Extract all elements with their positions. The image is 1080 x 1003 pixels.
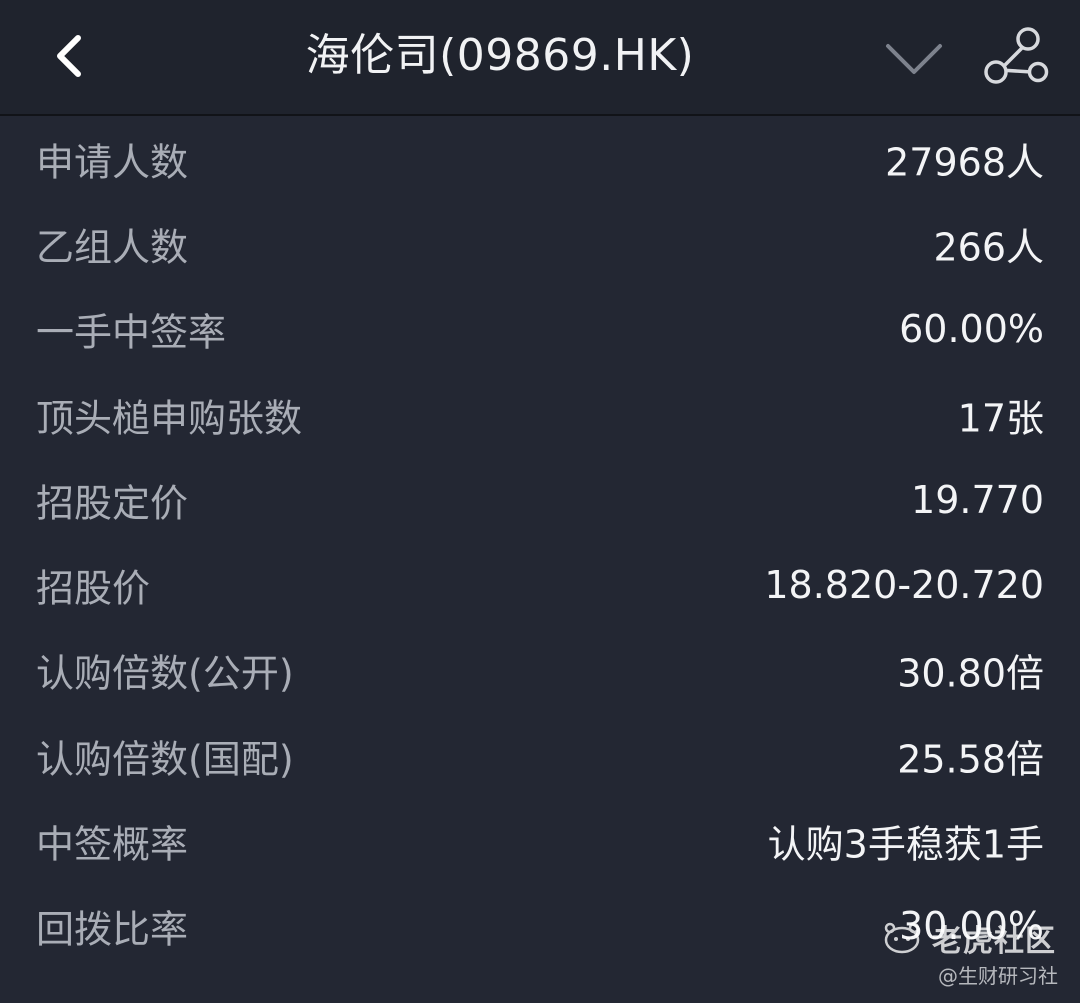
row-label: 一手中签率 <box>36 310 227 355</box>
info-row-one-lot-rate: 一手中签率 60.00% <box>0 287 1080 372</box>
tiger-logo-icon <box>884 922 920 954</box>
row-label: 回拨比率 <box>36 907 189 952</box>
info-row-applicants: 申请人数 27968人 <box>0 116 1080 201</box>
row-label: 申请人数 <box>36 140 189 185</box>
row-label: 乙组人数 <box>36 225 189 270</box>
row-value: 18.820-20.720 <box>764 563 1044 608</box>
row-value: 60.00% <box>899 307 1044 352</box>
page-title: 海伦司(09869.HK) <box>305 30 695 81</box>
row-value: 17张 <box>957 396 1044 441</box>
ipo-detail-screen: 海伦司(09869.HK) 申请人数 27968人 乙组人数 266人 一手中签… <box>0 0 1080 1003</box>
chevron-down-icon <box>886 44 942 74</box>
info-row-price-range: 招股价 18.820-20.720 <box>0 542 1080 627</box>
share-button[interactable] <box>978 24 1054 92</box>
row-value: 25.58倍 <box>897 737 1044 782</box>
author-credit: @生财研习社 <box>938 964 1058 988</box>
ipo-info-list: 申请人数 27968人 乙组人数 266人 一手中签率 60.00% 顶头槌申购… <box>0 116 1080 969</box>
row-value: 30.80倍 <box>897 651 1044 696</box>
back-button[interactable] <box>40 22 100 90</box>
row-value: 27968人 <box>885 140 1044 185</box>
info-row-group-b: 乙组人数 266人 <box>0 201 1080 286</box>
info-row-final-price: 招股定价 19.770 <box>0 457 1080 542</box>
row-label: 认购倍数(公开) <box>36 651 294 696</box>
share-nodes-icon <box>984 27 1049 84</box>
row-value: 266人 <box>933 225 1044 270</box>
row-value: 认购3手稳获1手 <box>767 822 1044 867</box>
row-label: 招股定价 <box>36 481 189 526</box>
row-label: 中签概率 <box>36 822 189 867</box>
info-row-public-subscription: 认购倍数(公开) 30.80倍 <box>0 628 1080 713</box>
info-row-allotment-probability: 中签概率 认购3手稳获1手 <box>0 798 1080 883</box>
row-label: 顶头槌申购张数 <box>36 396 303 441</box>
top-bar: 海伦司(09869.HK) <box>0 0 1080 116</box>
stock-switch-dropdown[interactable] <box>878 30 950 86</box>
info-row-intl-subscription: 认购倍数(国配) 25.58倍 <box>0 713 1080 798</box>
chevron-left-icon <box>57 35 81 77</box>
row-label: 认购倍数(国配) <box>36 737 294 782</box>
community-watermark: 老虎社区 <box>880 914 1056 962</box>
row-value: 19.770 <box>911 477 1044 522</box>
info-row-top-lots: 顶头槌申购张数 17张 <box>0 372 1080 457</box>
watermark-text: 老虎社区 <box>932 924 1056 959</box>
row-label: 招股价 <box>36 566 151 611</box>
